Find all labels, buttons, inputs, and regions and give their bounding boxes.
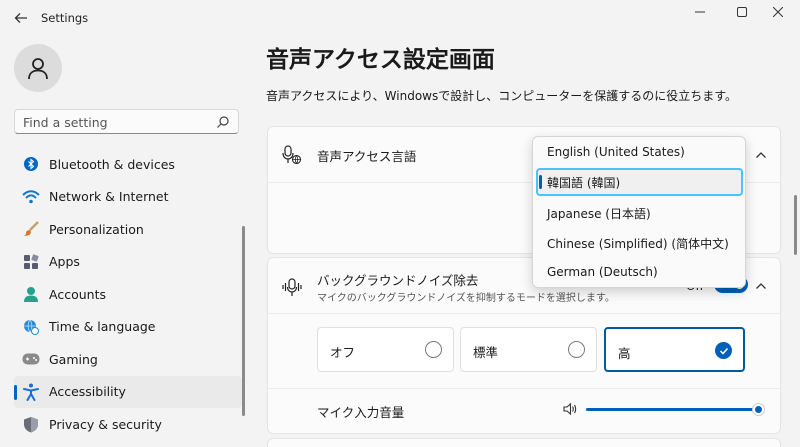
sidebar-item-bluetooth[interactable]: Bluetooth & devices bbox=[14, 148, 242, 181]
sidebar-item-privacy[interactable]: Privacy & security bbox=[14, 408, 242, 441]
minimize-icon bbox=[695, 11, 705, 13]
dropdown-option-english[interactable]: English (United States) bbox=[536, 139, 743, 167]
minimize-button[interactable] bbox=[682, 0, 718, 24]
globe-clock-icon bbox=[22, 318, 40, 336]
dropdown-option-label: Chinese (Simplified) (简体中文) bbox=[547, 237, 729, 251]
sidebar-item-label: Apps bbox=[49, 254, 80, 270]
language-dropdown: English (United States) 韓国語 (韓国) Japanes… bbox=[532, 136, 746, 288]
bluetooth-icon bbox=[22, 155, 40, 173]
sidebar-item-label: Network & Internet bbox=[49, 189, 169, 205]
sidebar-item-label: Privacy & security bbox=[49, 416, 162, 432]
dropdown-option-japanese[interactable]: Japanese (日本語) bbox=[536, 199, 743, 227]
wifi-icon bbox=[22, 188, 40, 206]
search-box[interactable] bbox=[14, 109, 239, 134]
sidebar-item-label: Gaming bbox=[49, 351, 98, 367]
radio-button-checked[interactable] bbox=[715, 342, 732, 359]
volume-slider-track[interactable] bbox=[586, 408, 756, 411]
dropdown-option-label: 韓国語 (韓国) bbox=[547, 176, 621, 190]
shield-icon bbox=[22, 415, 40, 433]
sidebar-item-label: Time & language bbox=[49, 319, 156, 335]
apps-icon bbox=[22, 253, 40, 271]
back-button[interactable] bbox=[8, 5, 34, 31]
dropdown-option-korean[interactable]: 韓国語 (韓国) bbox=[536, 168, 743, 196]
sidebar-item-accounts[interactable]: Accounts bbox=[14, 278, 242, 311]
option-label: オフ bbox=[330, 345, 356, 360]
sidebar-item-gaming[interactable]: Gaming bbox=[14, 343, 242, 376]
dropdown-option-german[interactable]: German (Deutsch) bbox=[536, 259, 743, 287]
sidebar-item-label: Accessibility bbox=[49, 384, 126, 400]
gamepad-icon bbox=[22, 350, 40, 368]
brush-icon bbox=[22, 220, 40, 238]
chevron-up-icon[interactable] bbox=[754, 148, 768, 162]
user-icon bbox=[28, 58, 48, 80]
microphone-globe-icon bbox=[282, 145, 302, 165]
sidebar-scrollbar[interactable] bbox=[242, 226, 245, 416]
noise-option-high[interactable]: 高 bbox=[604, 327, 745, 372]
accessibility-icon bbox=[22, 383, 40, 401]
account-icon bbox=[22, 285, 40, 303]
checkmark-icon bbox=[719, 347, 728, 355]
sidebar-item-time-language[interactable]: Time & language bbox=[14, 311, 242, 344]
active-indicator bbox=[14, 384, 17, 400]
noise-description: マイクのバックグラウンドノイズを抑制するモードを選択します。 bbox=[317, 293, 615, 304]
page-description: 音声アクセスにより、Windowsで設計し、コンピューターを保護するのに役立ちま… bbox=[266, 89, 738, 103]
language-label: 音声アクセス言語 bbox=[317, 149, 417, 164]
sidebar-nav: Bluetooth & devices Network & Internet P… bbox=[14, 148, 242, 441]
page-title: 音声アクセス設定画面 bbox=[266, 47, 495, 73]
option-label: 高 bbox=[618, 346, 631, 361]
user-avatar[interactable] bbox=[14, 44, 62, 92]
next-card bbox=[267, 438, 781, 447]
sidebar-item-network[interactable]: Network & Internet bbox=[14, 181, 242, 214]
dropdown-option-label: Japanese (日本語) bbox=[547, 207, 651, 221]
maximize-button[interactable] bbox=[724, 0, 760, 24]
dropdown-option-label: German (Deutsch) bbox=[547, 265, 658, 279]
noise-option-standard[interactable]: 標準 bbox=[460, 327, 597, 372]
speaker-icon bbox=[563, 402, 577, 416]
app-title: Settings bbox=[41, 11, 89, 25]
noise-option-off[interactable]: オフ bbox=[317, 327, 454, 372]
dropdown-option-label: English (United States) bbox=[547, 145, 685, 159]
title-bar: Settings bbox=[0, 0, 800, 36]
back-arrow-icon bbox=[14, 13, 27, 23]
waveform-microphone-icon bbox=[282, 278, 302, 296]
radio-button[interactable] bbox=[425, 341, 442, 358]
noise-label: バックグラウンドノイズ除去 bbox=[317, 273, 479, 288]
maximize-icon bbox=[737, 7, 747, 17]
mic-volume-row: マイク入力音量 bbox=[268, 388, 780, 428]
option-label: 標準 bbox=[473, 345, 499, 360]
volume-slider-thumb[interactable] bbox=[752, 403, 765, 416]
main-scrollbar[interactable] bbox=[794, 195, 797, 255]
sidebar-item-accessibility[interactable]: Accessibility bbox=[14, 375, 242, 408]
selection-indicator bbox=[539, 175, 542, 189]
sidebar-item-label: Accounts bbox=[49, 286, 106, 302]
sidebar-item-label: Bluetooth & devices bbox=[49, 156, 175, 172]
sidebar-item-apps[interactable]: Apps bbox=[14, 246, 242, 279]
close-button[interactable] bbox=[760, 0, 796, 24]
sidebar-item-personalization[interactable]: Personalization bbox=[14, 213, 242, 246]
mic-volume-label: マイク入力音量 bbox=[317, 405, 405, 420]
search-input[interactable] bbox=[23, 113, 213, 131]
radio-button[interactable] bbox=[568, 341, 585, 358]
close-icon bbox=[773, 7, 783, 17]
sidebar-item-label: Personalization bbox=[49, 221, 144, 237]
dropdown-option-chinese[interactable]: Chinese (Simplified) (简体中文) bbox=[536, 229, 743, 257]
search-icon[interactable] bbox=[216, 115, 230, 129]
chevron-up-icon[interactable] bbox=[754, 279, 768, 293]
